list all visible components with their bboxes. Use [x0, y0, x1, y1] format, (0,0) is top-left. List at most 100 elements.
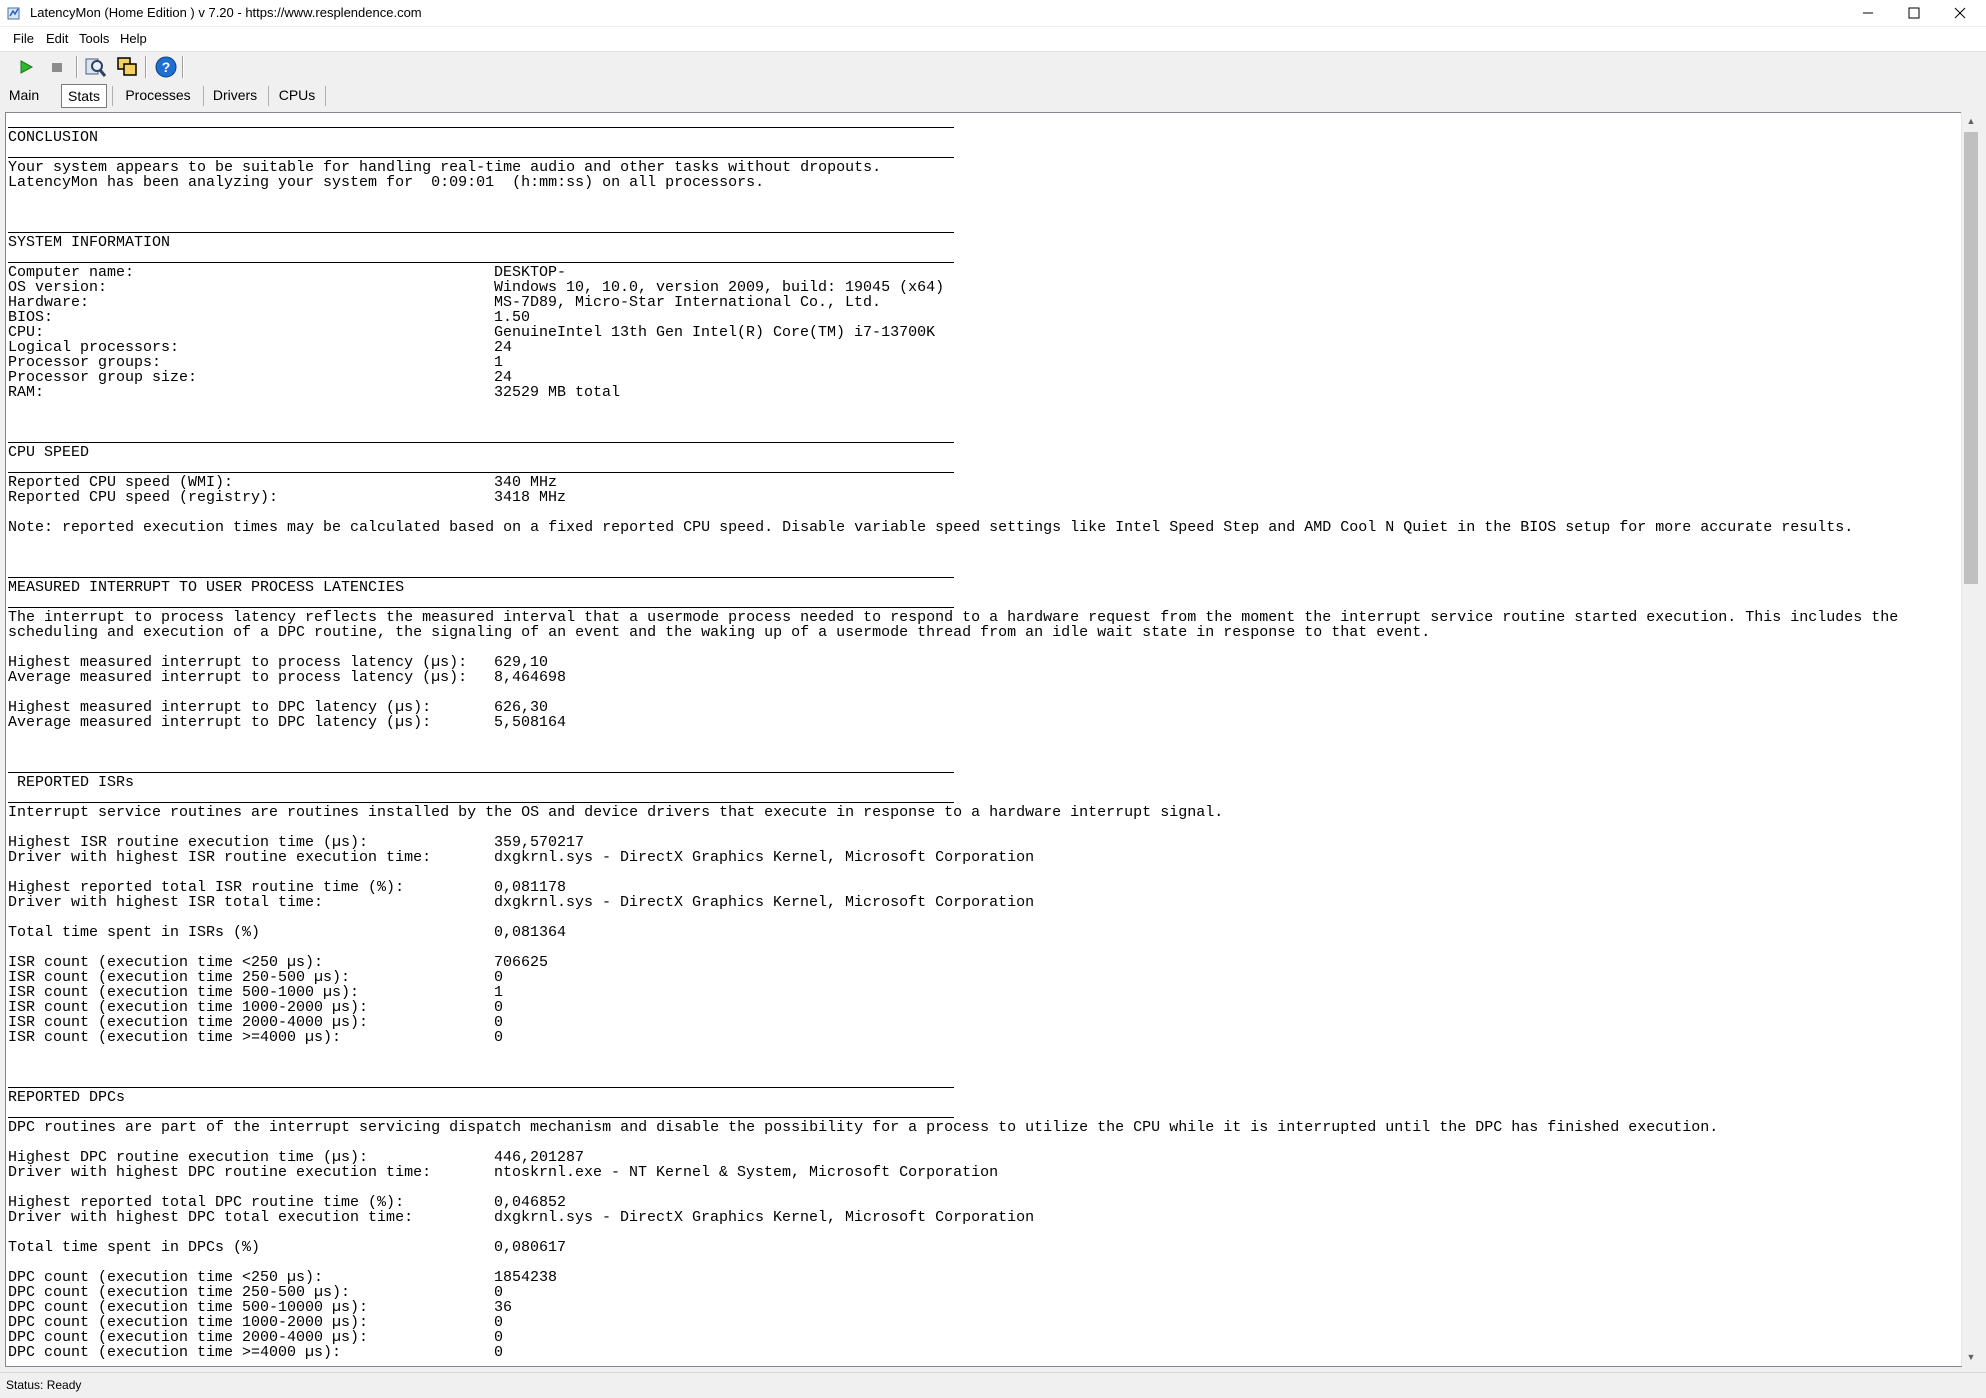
- menu-tools[interactable]: Tools: [79, 31, 109, 46]
- info-value: 5,508164: [494, 714, 567, 731]
- info-value: DESKTOP-: [494, 264, 567, 281]
- info-value: 0: [494, 1314, 504, 1331]
- info-value: MS-7D89, Micro-Star International Co., L…: [494, 294, 882, 311]
- maximize-icon: [1908, 7, 1920, 19]
- info-value: 3418 MHz: [494, 489, 567, 506]
- info-value: 24: [494, 339, 513, 356]
- info-label: DPC count (execution time 500-10000 µs):: [8, 1299, 369, 1316]
- tab-cpus[interactable]: CPUs: [276, 84, 318, 106]
- section-title-cpu-speed: CPU SPEED: [8, 444, 90, 461]
- status-text: Status: Ready: [6, 1378, 82, 1392]
- info-value: GenuineIntel 13th Gen Intel(R) Core(TM) …: [494, 324, 936, 341]
- info-value: 1854238: [494, 1269, 558, 1286]
- tab-main[interactable]: Main: [6, 84, 42, 106]
- search-tool-icon: [85, 58, 106, 77]
- maximize-button[interactable]: [1891, 0, 1937, 26]
- info-label: Computer name:: [8, 264, 135, 281]
- info-label: Total time spent in ISRs (%): [8, 924, 261, 941]
- section-title-reported-isrs: REPORTED ISRs: [8, 774, 135, 791]
- info-label: ISR count (execution time 2000-4000 µs):: [8, 1014, 369, 1031]
- info-value: 446,201287: [494, 1149, 585, 1166]
- info-value: 626,30: [494, 699, 549, 716]
- info-value: 340 MHz: [494, 474, 558, 491]
- info-value: 706625: [494, 954, 549, 971]
- cpu-speed-note: Note: reported execution times may be ca…: [8, 519, 1854, 536]
- info-label: OS version:: [8, 279, 108, 296]
- scrollbar-thumb[interactable]: [1964, 132, 1978, 584]
- menu-file[interactable]: File: [13, 31, 34, 46]
- help-button[interactable]: ?: [154, 55, 178, 79]
- info-value: Windows 10, 10.0, version 2009, build: 1…: [494, 279, 945, 296]
- svg-text:?: ?: [162, 59, 171, 75]
- info-label: Processor group size:: [8, 369, 198, 386]
- info-value: 36: [494, 1299, 513, 1316]
- info-label: Driver with highest ISR routine executio…: [8, 849, 432, 866]
- chevron-up-icon: ▲: [1966, 116, 1976, 126]
- info-value: 24: [494, 369, 513, 386]
- vertical-scrollbar[interactable]: ▲ ▼: [1961, 112, 1980, 1366]
- info-label: Driver with highest DPC routine executio…: [8, 1164, 432, 1181]
- section-title-interrupt-latencies: MEASURED INTERRUPT TO USER PROCESS LATEN…: [8, 579, 405, 596]
- stop-button[interactable]: [45, 55, 69, 79]
- dpc-description: DPC routines are part of the interrupt s…: [8, 1119, 1719, 1136]
- info-label: Processor groups:: [8, 354, 162, 371]
- report-view[interactable]: CONCLUSION Your system appears to be sui…: [5, 112, 1962, 1367]
- info-value: 0: [494, 1344, 504, 1361]
- menu-edit[interactable]: Edit: [46, 31, 68, 46]
- help-icon: ?: [155, 56, 177, 78]
- info-value: dxgkrnl.sys - DirectX Graphics Kernel, M…: [494, 1209, 1035, 1226]
- info-value: 0: [494, 1284, 504, 1301]
- minimize-button[interactable]: [1845, 0, 1891, 26]
- info-label: ISR count (execution time 250-500 µs):: [8, 969, 351, 986]
- conclusion-line: Your system appears to be suitable for h…: [8, 159, 882, 176]
- info-value: 629,10: [494, 654, 549, 671]
- info-value: 0: [494, 1014, 504, 1031]
- info-label: Driver with highest ISR total time:: [8, 894, 324, 911]
- start-button[interactable]: [14, 55, 38, 79]
- tab-bar: Main Stats Processes Drivers CPUs: [0, 82, 1986, 110]
- close-button[interactable]: [1937, 0, 1983, 26]
- info-label: Hardware:: [8, 294, 90, 311]
- info-value: 0,046852: [494, 1194, 567, 1211]
- info-value: 0,081178: [494, 879, 567, 896]
- info-value: 0: [494, 999, 504, 1016]
- info-value: dxgkrnl.sys - DirectX Graphics Kernel, M…: [494, 894, 1035, 911]
- info-label: Highest DPC routine execution time (µs):: [8, 1149, 369, 1166]
- info-value: 0: [494, 1329, 504, 1346]
- info-label: Driver with highest DPC total execution …: [8, 1209, 414, 1226]
- info-label: Highest ISR routine execution time (µs):: [8, 834, 369, 851]
- tab-processes[interactable]: Processes: [120, 84, 196, 106]
- window-title: LatencyMon (Home Edition ) v 7.20 - http…: [30, 5, 422, 20]
- menu-help[interactable]: Help: [120, 31, 147, 46]
- tab-drivers[interactable]: Drivers: [210, 84, 260, 106]
- copy-windows-icon: [117, 57, 137, 76]
- search-tool-button[interactable]: [83, 55, 107, 79]
- status-bar: Status: Ready: [0, 1372, 1986, 1398]
- copy-windows-button[interactable]: [115, 55, 139, 79]
- section-title-reported-dpcs: REPORTED DPCs: [8, 1089, 126, 1106]
- info-label: RAM:: [8, 384, 45, 401]
- info-value: 1.50: [494, 309, 531, 326]
- section-title-conclusion: CONCLUSION: [8, 129, 99, 146]
- tab-stats[interactable]: Stats: [61, 84, 107, 108]
- info-label: BIOS:: [8, 309, 54, 326]
- app-icon: [7, 7, 20, 20]
- report-text: CONCLUSION Your system appears to be sui…: [8, 113, 1948, 1360]
- stop-icon: [52, 63, 62, 72]
- info-label: DPC count (execution time 250-500 µs):: [8, 1284, 351, 1301]
- info-label: Highest measured interrupt to DPC latenc…: [8, 699, 432, 716]
- info-value: 0: [494, 1029, 504, 1046]
- info-label: ISR count (execution time <250 µs):: [8, 954, 324, 971]
- info-label: Highest reported total DPC routine time …: [8, 1194, 405, 1211]
- info-label: Reported CPU speed (registry):: [8, 489, 279, 506]
- info-label: DPC count (execution time 2000-4000 µs):: [8, 1329, 369, 1346]
- chevron-down-icon: ▼: [1966, 1352, 1976, 1362]
- scroll-up-button[interactable]: ▲: [1962, 112, 1980, 130]
- info-label: DPC count (execution time >=4000 µs):: [8, 1344, 342, 1361]
- play-icon: [20, 60, 34, 74]
- scroll-down-button[interactable]: ▼: [1962, 1348, 1980, 1366]
- info-label: ISR count (execution time 1000-2000 µs):: [8, 999, 369, 1016]
- info-label: Logical processors:: [8, 339, 180, 356]
- info-value: 359,570217: [494, 834, 585, 851]
- title-bar: LatencyMon (Home Edition ) v 7.20 - http…: [0, 0, 1986, 26]
